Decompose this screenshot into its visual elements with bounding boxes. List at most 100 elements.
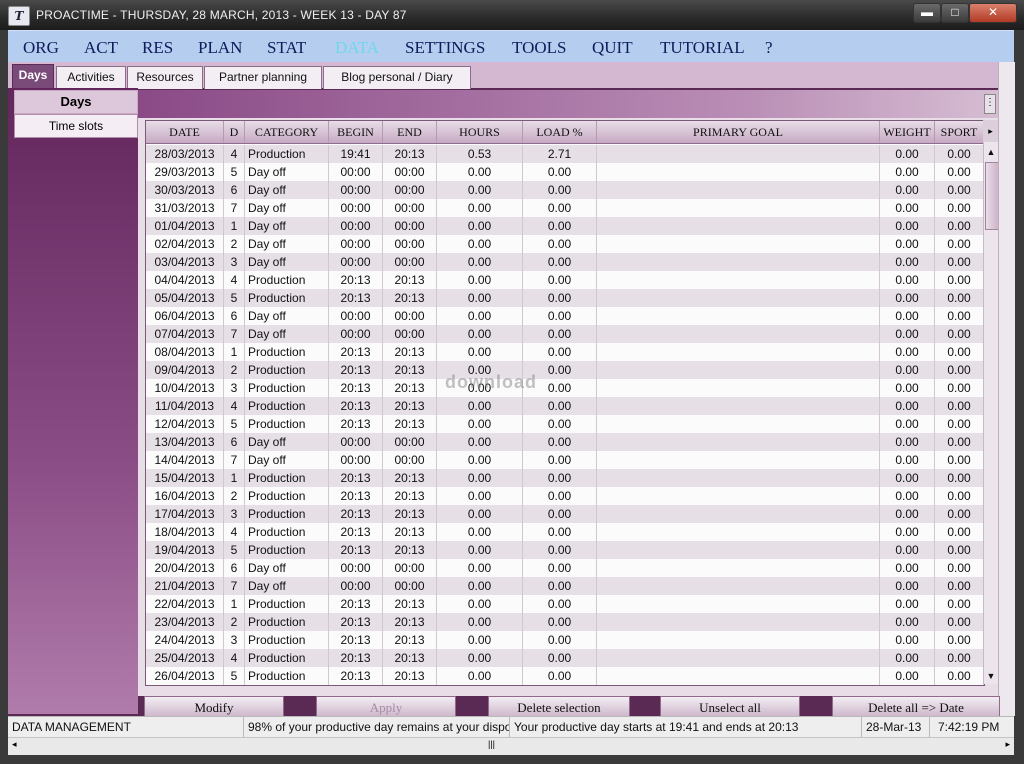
cell-hours[interactable]: 0.00 (437, 181, 523, 199)
cell-sport[interactable]: 0.00 (935, 559, 984, 577)
table-vertical-scrollbar[interactable]: ▲ ▼ (983, 142, 999, 684)
cell-weight[interactable]: 0.00 (880, 145, 935, 163)
cell-primary-goal[interactable] (597, 307, 880, 325)
col-day[interactable]: D (224, 121, 245, 143)
cell-weight[interactable]: 0.00 (880, 271, 935, 289)
cell-hours[interactable]: 0.00 (437, 631, 523, 649)
cell-end[interactable]: 00:00 (383, 199, 437, 217)
cell-load[interactable]: 0.00 (523, 523, 597, 541)
cell-primary-goal[interactable] (597, 613, 880, 631)
cell-primary-goal[interactable] (597, 289, 880, 307)
table-row[interactable]: 31/03/2013 7 Day off 00:00 00:00 0.00 0.00 0.00… (146, 199, 984, 217)
cell-sport[interactable]: 0.00 (935, 361, 984, 379)
table-row[interactable]: 21/04/2013 7 Day off 00:00 00:00 0.00 0.00 0.00… (146, 577, 984, 595)
panel-menu-icon[interactable]: ⋮ (984, 94, 996, 114)
cell-category[interactable]: Production (245, 361, 329, 379)
cell-date[interactable]: 31/03/2013 (146, 199, 224, 217)
cell-sport[interactable]: 0.00 (935, 541, 984, 559)
cell-load[interactable]: 2.71 (523, 145, 597, 163)
cell-primary-goal[interactable] (597, 469, 880, 487)
cell-date[interactable]: 14/04/2013 (146, 451, 224, 469)
apply-button[interactable]: Apply (316, 696, 456, 718)
cell-hours[interactable]: 0.00 (437, 613, 523, 631)
cell-begin[interactable]: 20:13 (329, 631, 383, 649)
cell-sport[interactable]: 0.00 (935, 505, 984, 523)
cell-load[interactable]: 0.00 (523, 181, 597, 199)
window-vertical-scrollbar[interactable] (998, 62, 1015, 716)
cell-category[interactable]: Production (245, 289, 329, 307)
cell-date[interactable]: 10/04/2013 (146, 379, 224, 397)
cell-date[interactable]: 05/04/2013 (146, 289, 224, 307)
cell-day[interactable]: 1 (224, 469, 245, 487)
cell-begin[interactable]: 20:13 (329, 397, 383, 415)
cell-begin[interactable]: 20:13 (329, 289, 383, 307)
cell-primary-goal[interactable] (597, 595, 880, 613)
cell-weight[interactable]: 0.00 (880, 163, 935, 181)
cell-date[interactable]: 03/04/2013 (146, 253, 224, 271)
scroll-thumb[interactable] (985, 162, 999, 230)
cell-end[interactable]: 00:00 (383, 253, 437, 271)
cell-sport[interactable]: 0.00 (935, 145, 984, 163)
table-row[interactable]: 20/04/2013 6 Day off 00:00 00:00 0.00 0.00 0.00… (146, 559, 984, 577)
cell-primary-goal[interactable] (597, 343, 880, 361)
cell-category[interactable]: Production (245, 667, 329, 685)
cell-category[interactable]: Production (245, 397, 329, 415)
cell-date[interactable]: 11/04/2013 (146, 397, 224, 415)
cell-sport[interactable]: 0.00 (935, 271, 984, 289)
table-row[interactable]: 22/04/2013 1 Production 20:13 20:13 0.00 0.00 0… (146, 595, 984, 613)
cell-category[interactable]: Production (245, 271, 329, 289)
cell-begin[interactable]: 20:13 (329, 415, 383, 433)
table-row[interactable]: 18/04/2013 4 Production 20:13 20:13 0.00 0.00 0… (146, 523, 984, 541)
cell-day[interactable]: 4 (224, 145, 245, 163)
cell-begin[interactable]: 20:13 (329, 487, 383, 505)
delete-selection-button[interactable]: Delete selection (488, 696, 630, 718)
menu-act[interactable]: ACT (84, 38, 118, 58)
cell-load[interactable]: 0.00 (523, 505, 597, 523)
cell-category[interactable]: Production (245, 487, 329, 505)
cell-category[interactable]: Production (245, 145, 329, 163)
cell-load[interactable]: 0.00 (523, 649, 597, 667)
cell-load[interactable]: 0.00 (523, 595, 597, 613)
cell-primary-goal[interactable] (597, 199, 880, 217)
cell-hours[interactable]: 0.00 (437, 577, 523, 595)
cell-sport[interactable]: 0.00 (935, 433, 984, 451)
cell-begin[interactable]: 00:00 (329, 235, 383, 253)
cell-load[interactable]: 0.00 (523, 325, 597, 343)
col-weight[interactable]: WEIGHT (880, 121, 935, 143)
cell-end[interactable]: 00:00 (383, 559, 437, 577)
cell-end[interactable]: 00:00 (383, 307, 437, 325)
cell-sport[interactable]: 0.00 (935, 253, 984, 271)
cell-category[interactable]: Production (245, 379, 329, 397)
cell-date[interactable]: 08/04/2013 (146, 343, 224, 361)
cell-hours[interactable]: 0.00 (437, 199, 523, 217)
cell-primary-goal[interactable] (597, 145, 880, 163)
cell-primary-goal[interactable] (597, 577, 880, 595)
scroll-left-icon[interactable]: ◂ (12, 739, 17, 750)
cell-weight[interactable]: 0.00 (880, 505, 935, 523)
col-sport[interactable]: SPORT (935, 121, 984, 143)
col-primary-goal[interactable]: PRIMARY GOAL (597, 121, 880, 143)
cell-day[interactable]: 2 (224, 613, 245, 631)
cell-sport[interactable]: 0.00 (935, 631, 984, 649)
cell-load[interactable]: 0.00 (523, 433, 597, 451)
tab-days[interactable]: Days (12, 64, 54, 89)
table-row[interactable]: 13/04/2013 6 Day off 00:00 00:00 0.00 0.00 0.00… (146, 433, 984, 451)
cell-begin[interactable]: 00:00 (329, 199, 383, 217)
cell-end[interactable]: 20:13 (383, 505, 437, 523)
time-slots-button[interactable]: Time slots (14, 114, 138, 138)
table-row[interactable]: 26/04/2013 5 Production 20:13 20:13 0.00 0.00 0… (146, 667, 984, 685)
table-row[interactable]: 29/03/2013 5 Day off 00:00 00:00 0.00 0.00 0.00… (146, 163, 984, 181)
cell-date[interactable]: 04/04/2013 (146, 271, 224, 289)
cell-hours[interactable]: 0.00 (437, 559, 523, 577)
scroll-right-bottom-icon[interactable]: ▸ (1005, 739, 1010, 750)
table-row[interactable]: 11/04/2013 4 Production 20:13 20:13 0.00 0.00 0… (146, 397, 984, 415)
cell-sport[interactable]: 0.00 (935, 523, 984, 541)
table-row[interactable]: 03/04/2013 3 Day off 00:00 00:00 0.00 0.00 0.00… (146, 253, 984, 271)
cell-day[interactable]: 3 (224, 631, 245, 649)
cell-load[interactable]: 0.00 (523, 253, 597, 271)
cell-category[interactable]: Day off (245, 253, 329, 271)
table-row[interactable]: 28/03/2013 4 Production 19:41 20:13 0.53 2.71 0… (146, 145, 984, 163)
cell-category[interactable]: Production (245, 505, 329, 523)
cell-day[interactable]: 3 (224, 505, 245, 523)
cell-weight[interactable]: 0.00 (880, 523, 935, 541)
